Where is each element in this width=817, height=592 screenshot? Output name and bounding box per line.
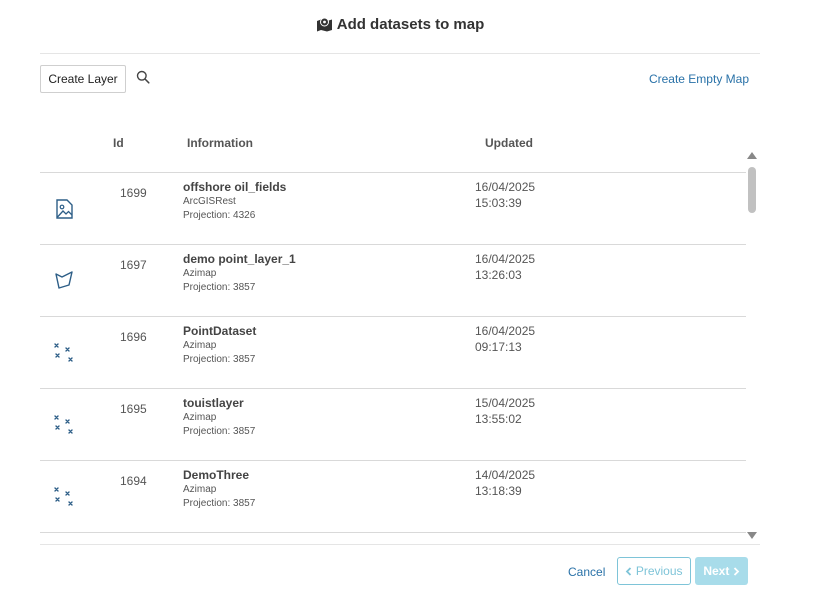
updated-time: 13:26:03 [475, 268, 522, 282]
chevron-right-icon [733, 564, 740, 578]
column-header-id[interactable]: Id [113, 136, 124, 150]
dataset-source: ArcGISRest [183, 196, 236, 207]
dialog-title: Add datasets to map [0, 16, 800, 36]
column-header-information[interactable]: Information [187, 136, 253, 150]
create-empty-map-link[interactable]: Create Empty Map [649, 72, 749, 86]
create-layer-button[interactable]: Create Layer [40, 65, 126, 93]
next-button-label: Next [703, 564, 730, 578]
dataset-name: DemoThree [183, 468, 250, 482]
dataset-source: Azimap [183, 484, 217, 495]
updated-date: 15/04/2025 [475, 396, 536, 410]
table-row[interactable]: 1695 touistlayer Azimap Projection: 3857… [40, 389, 746, 461]
dataset-source: Azimap [183, 412, 217, 423]
updated-date: 16/04/2025 [475, 324, 536, 338]
dataset-projection: Projection: 3857 [183, 354, 256, 365]
previous-button[interactable]: Previous [617, 557, 691, 585]
dataset-name: demo point_layer_1 [183, 252, 296, 266]
table-row[interactable]: 1697 demo point_layer_1 Azimap Projectio… [40, 245, 746, 317]
updated-time: 13:55:02 [475, 412, 522, 426]
scroll-up-arrow-icon[interactable] [747, 152, 757, 159]
image-icon [53, 198, 75, 220]
dataset-name: touistlayer [183, 396, 244, 410]
updated-date: 16/04/2025 [475, 252, 536, 266]
chevron-left-icon [625, 564, 635, 578]
search-icon[interactable] [136, 70, 150, 84]
map-marker-icon [316, 17, 333, 36]
table-row[interactable]: 1699 offshore oil_fields ArcGISRest Proj… [40, 173, 746, 245]
dataset-id: 1697 [120, 258, 147, 272]
dataset-id: 1695 [120, 402, 147, 416]
dialog-title-text: Add datasets to map [336, 16, 485, 33]
table-row[interactable]: 1694 DemoThree Azimap Projection: 3857 1… [40, 461, 746, 533]
dataset-id: 1694 [120, 474, 147, 488]
footer-divider [40, 544, 760, 545]
column-header-updated[interactable]: Updated [485, 136, 533, 150]
dataset-id: 1696 [120, 330, 147, 344]
table-row[interactable]: 1696 PointDataset Azimap Projection: 385… [40, 317, 746, 389]
dataset-source: Azimap [183, 340, 217, 351]
dataset-projection: Projection: 3857 [183, 498, 256, 509]
updated-date: 16/04/2025 [475, 180, 536, 194]
updated-time: 09:17:13 [475, 340, 522, 354]
updated-time: 13:18:39 [475, 484, 522, 498]
dataset-source: Azimap [183, 268, 217, 279]
table-scrollbar[interactable] [746, 152, 759, 539]
datasets-table: 1699 offshore oil_fields ArcGISRest Proj… [40, 172, 746, 545]
dataset-name: PointDataset [183, 324, 257, 338]
scroll-down-arrow-icon[interactable] [747, 532, 757, 539]
updated-date: 14/04/2025 [475, 468, 536, 482]
points-icon [53, 341, 75, 363]
points-icon [53, 485, 75, 507]
previous-button-label: Previous [635, 564, 683, 578]
dataset-projection: Projection: 3857 [183, 426, 256, 437]
dataset-projection: Projection: 3857 [183, 282, 256, 293]
polygon-icon [53, 269, 75, 291]
updated-time: 15:03:39 [475, 196, 522, 210]
points-icon [53, 413, 75, 435]
next-button[interactable]: Next [695, 557, 748, 585]
header-divider [40, 53, 760, 54]
cancel-button[interactable]: Cancel [568, 565, 605, 579]
dataset-id: 1699 [120, 186, 147, 200]
dataset-projection: Projection: 4326 [183, 210, 256, 221]
dataset-name: offshore oil_fields [183, 180, 287, 194]
scrollbar-thumb[interactable] [748, 167, 756, 213]
